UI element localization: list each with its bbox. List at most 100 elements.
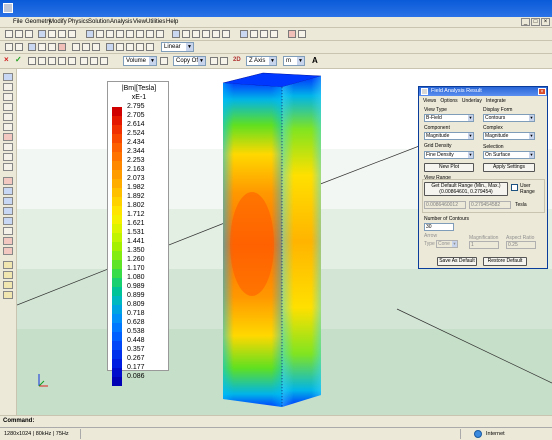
unit-select[interactable]: m ▼ — [283, 56, 305, 66]
axis-select[interactable]: Z Axis ▼ — [246, 56, 277, 66]
dialog-menu-options[interactable]: Options — [440, 98, 457, 104]
restore-button[interactable]: □ — [531, 18, 540, 26]
side-view-icon[interactable] — [3, 163, 13, 171]
range-max-input[interactable]: 0.279454582 — [469, 201, 511, 209]
imprint-icon[interactable] — [146, 43, 154, 51]
cancel-icon[interactable]: × — [4, 55, 9, 64]
menu-analysis[interactable]: Analysis — [110, 19, 132, 25]
revolve-icon[interactable] — [260, 30, 268, 38]
view-type-select[interactable]: B-Field ▼ — [424, 114, 474, 122]
helix-icon[interactable] — [222, 30, 230, 38]
extrude-icon[interactable] — [250, 30, 258, 38]
save-icon[interactable] — [25, 30, 33, 38]
new-plot-button[interactable]: New Plot — [424, 163, 474, 172]
hidden-line-icon[interactable] — [3, 207, 13, 215]
filter-icon[interactable] — [160, 57, 168, 65]
menu-help[interactable]: Help — [166, 19, 178, 25]
default-range-button[interactable]: Get Default Range (Min., Max.) (0.008646… — [424, 182, 508, 196]
user-range-checkbox[interactable] — [511, 184, 518, 191]
display-form-select[interactable]: Contours ▼ — [483, 114, 535, 122]
torus-icon[interactable] — [212, 30, 220, 38]
dialog-menu-views[interactable]: Views — [423, 98, 436, 104]
unite-icon[interactable] — [106, 43, 114, 51]
complex-select[interactable]: Magnitude ▼ — [483, 132, 535, 140]
polygon-icon[interactable] — [156, 30, 164, 38]
circle-icon[interactable] — [136, 30, 144, 38]
undo-icon[interactable] — [5, 43, 13, 51]
grid-snap-icon[interactable] — [38, 57, 46, 65]
cone-icon[interactable] — [202, 30, 210, 38]
text-tool-button[interactable]: A — [312, 56, 318, 65]
contours-input[interactable]: 30 — [424, 223, 454, 231]
property-icon[interactable] — [3, 291, 13, 299]
top-view-icon[interactable] — [3, 153, 13, 161]
move-icon[interactable] — [80, 57, 88, 65]
box-icon[interactable] — [172, 30, 180, 38]
edge-snap-icon[interactable] — [58, 57, 66, 65]
cut-icon[interactable] — [28, 43, 36, 51]
split-icon[interactable] — [136, 43, 144, 51]
accept-icon[interactable]: ✓ — [15, 55, 22, 64]
range-min-input[interactable]: 0.0086460012 — [424, 201, 466, 209]
apply-settings-button[interactable]: Apply Settings — [483, 163, 535, 172]
menu-physics[interactable]: Physics — [68, 19, 89, 25]
zoom-fit-icon[interactable] — [3, 73, 13, 81]
menu-view[interactable]: View — [133, 19, 146, 25]
cylinder-icon[interactable] — [182, 30, 190, 38]
menu-solution[interactable]: Solution — [88, 19, 110, 25]
color-icon[interactable] — [3, 237, 13, 245]
lighting-icon[interactable] — [3, 227, 13, 235]
transparent-icon[interactable] — [3, 217, 13, 225]
dialog-close-icon[interactable]: × — [538, 88, 546, 95]
save-as-default-button[interactable]: Save As Default — [437, 257, 477, 266]
zoom-in-icon[interactable] — [3, 83, 13, 91]
close-button[interactable]: × — [541, 18, 550, 26]
menu-utilities[interactable]: Utilities — [146, 19, 165, 25]
run-icon[interactable] — [298, 30, 306, 38]
wireframe-icon[interactable] — [3, 177, 13, 185]
new-file-icon[interactable] — [5, 30, 13, 38]
select-edge-icon[interactable] — [92, 43, 100, 51]
delete-icon[interactable] — [58, 43, 66, 51]
mirror-icon[interactable] — [210, 57, 218, 65]
line-icon[interactable] — [96, 30, 104, 38]
center-snap-icon[interactable] — [68, 57, 76, 65]
menu-file[interactable]: File — [13, 19, 23, 25]
rectangle-icon[interactable] — [146, 30, 154, 38]
sweep-icon[interactable] — [240, 30, 248, 38]
entity-type-select[interactable]: Volume ▼ — [123, 56, 157, 66]
subtract-icon[interactable] — [116, 43, 124, 51]
select-icon[interactable] — [72, 43, 80, 51]
front-view-icon[interactable] — [3, 143, 13, 151]
arrow-type-select[interactable]: Cone ▼ — [436, 240, 458, 248]
magnification-input[interactable]: 1 — [469, 241, 499, 249]
selection-select[interactable]: On Surface ▼ — [483, 151, 535, 159]
zoom-out-icon[interactable] — [3, 93, 13, 101]
print-icon[interactable] — [58, 30, 66, 38]
vertex-snap-icon[interactable] — [48, 57, 56, 65]
loft-icon[interactable] — [270, 30, 278, 38]
select-face-icon[interactable] — [82, 43, 90, 51]
menu-modify[interactable]: Modify — [49, 19, 67, 25]
isometric-icon[interactable] — [3, 197, 13, 205]
zoom-window-icon[interactable] — [3, 103, 13, 111]
sphere-icon[interactable] — [192, 30, 200, 38]
stop-icon[interactable] — [288, 30, 296, 38]
measure-icon[interactable] — [3, 281, 13, 289]
rotate-icon[interactable] — [90, 57, 98, 65]
copy-mode-select[interactable]: Copy Off ▼ — [173, 56, 206, 66]
view-2d-toggle[interactable]: 2D — [233, 57, 241, 63]
open-file-icon[interactable] — [15, 30, 23, 38]
polyline-icon[interactable] — [116, 30, 124, 38]
dialog-menu-integrate[interactable]: Integrate — [486, 98, 506, 104]
aspect-ratio-input[interactable]: 0.25 — [506, 241, 536, 249]
scale-icon[interactable] — [100, 57, 108, 65]
shaded-icon[interactable] — [3, 187, 13, 195]
command-bar[interactable]: Command: — [0, 415, 552, 427]
component-select[interactable]: Magnitude ▼ — [424, 132, 474, 140]
menu-geometry[interactable]: Geometry — [25, 19, 51, 25]
redraw-icon[interactable] — [3, 133, 13, 141]
arc-icon[interactable] — [106, 30, 114, 38]
group-icon[interactable] — [3, 271, 13, 279]
interpolation-select[interactable]: Linear ▼ — [161, 42, 194, 52]
